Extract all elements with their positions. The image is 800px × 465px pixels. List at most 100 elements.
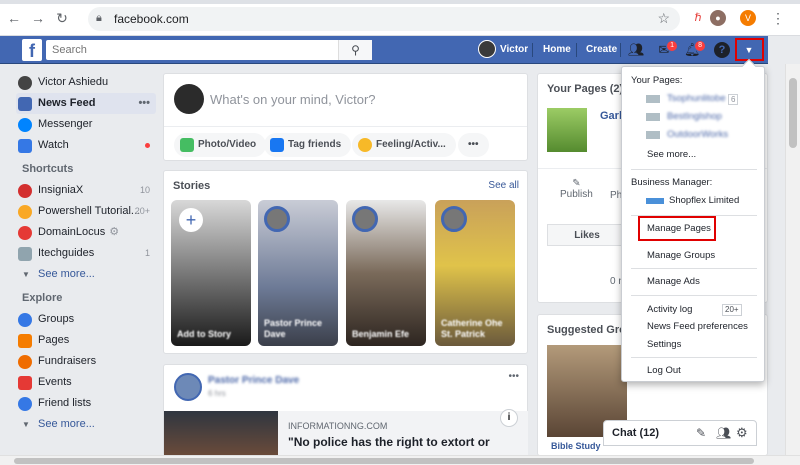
see-more-explore[interactable]: ▼ See more... — [16, 414, 156, 435]
scrollbar-thumb[interactable] — [14, 458, 754, 464]
pages-flag-icon — [18, 334, 32, 348]
profile-name: Victor — [500, 44, 529, 55]
composer-input[interactable]: What's on your mind, Victor? — [210, 92, 376, 107]
post-composer: What's on your mind, Victor? Photo/Video… — [163, 73, 528, 161]
see-all-stories-link[interactable]: See all — [488, 180, 519, 191]
page-thumbnail[interactable] — [547, 108, 587, 152]
divider — [164, 126, 527, 127]
business-manager-item[interactable]: Shopflex Limited — [622, 193, 764, 209]
group-name[interactable]: Bible Study — [551, 441, 601, 451]
bookmark-star-icon[interactable]: ☆ — [657, 10, 670, 27]
search-input[interactable] — [46, 40, 336, 60]
create-link[interactable]: Create — [586, 36, 617, 64]
tab-likes[interactable]: Likes — [547, 224, 627, 246]
url-text: facebook.com — [114, 12, 189, 26]
story-item[interactable]: Benjamin Efe — [346, 200, 426, 346]
count: 10 — [139, 185, 150, 195]
sidebar-item-domainlocus[interactable]: DomainLocus ⚙ — [16, 222, 156, 243]
profile-avatar[interactable]: V — [740, 10, 756, 26]
messenger-icon[interactable]: ✉︎ 1 — [656, 40, 678, 58]
story-item[interactable]: Catherine Ohe St. Patrick — [435, 200, 515, 346]
post-author[interactable]: Pastor Prince Dave — [208, 375, 299, 386]
sidebar-item-friend-lists[interactable]: Friend lists — [16, 393, 156, 414]
smiley-icon — [358, 138, 372, 152]
photo-video-button[interactable]: Photo/Video — [174, 133, 267, 157]
sidebar-item-groups[interactable]: Groups — [16, 309, 156, 330]
publish-button[interactable]: ✎ Publish — [560, 178, 593, 200]
manage-groups-item[interactable]: Manage Groups — [622, 248, 764, 264]
link-preview[interactable]: INFORMATIONNG.COM "No police has the rig… — [278, 409, 528, 456]
story-add[interactable]: + Add to Story — [171, 200, 251, 346]
sidebar-item-insigniax[interactable]: InsigniaX 10 — [16, 180, 156, 201]
button-label: Tag friends — [288, 139, 342, 150]
chrome-menu-icon[interactable]: ⋮ — [770, 10, 786, 26]
divider — [620, 43, 621, 57]
page-icon — [18, 226, 32, 240]
see-more-shortcuts[interactable]: ▼ See more... — [16, 264, 156, 285]
sidebar-item-messenger[interactable]: Messenger — [16, 114, 156, 135]
sidebar-item-fundraisers[interactable]: Fundraisers — [16, 351, 156, 372]
help-icon[interactable]: ? — [714, 42, 730, 58]
your-pages-header: Your Pages: — [631, 75, 683, 86]
home-link[interactable]: Home — [543, 36, 571, 64]
see-more-label: See more... — [38, 418, 95, 430]
dropdown-page-item[interactable]: OutdoorWorks — [622, 127, 764, 143]
manage-ads-item[interactable]: Manage Ads — [622, 274, 764, 290]
profile-link[interactable]: Victor — [478, 36, 528, 64]
sidebar-item-label: InsigniaX — [38, 184, 84, 196]
friend-requests-icon[interactable]: 👥︎ — [628, 42, 645, 58]
story-name: Benjamin Efe — [352, 329, 410, 339]
feeling-activity-button[interactable]: Feeling/Activ... — [352, 133, 456, 157]
info-icon[interactable]: i — [500, 409, 518, 427]
extension-icon[interactable]: ℏ — [690, 10, 706, 26]
reload-icon[interactable]: ↻ — [54, 10, 70, 26]
back-icon[interactable]: ← — [6, 10, 22, 26]
dropdown-page-item[interactable]: Tsophunlitobe 6 — [622, 91, 764, 107]
vertical-scrollbar[interactable] — [785, 64, 800, 456]
activity-log-item[interactable]: Activity log 20+ — [622, 302, 764, 318]
facebook-logo[interactable]: f — [22, 39, 42, 61]
create-group-icon[interactable]: 👥︎ — [716, 426, 731, 440]
page-name[interactable]: Garl — [600, 110, 622, 122]
sidebar-profile[interactable]: Victor Ashiedu — [16, 72, 156, 93]
divider — [576, 43, 577, 57]
new-message-icon[interactable]: ✎ — [696, 426, 706, 440]
count: 20+ — [134, 206, 150, 216]
sidebar-item-watch[interactable]: Watch — [16, 135, 156, 156]
sidebar-item-news-feed[interactable]: News Feed ••• — [16, 93, 156, 114]
sidebar-item-powershell[interactable]: Powershell Tutorial... 20+ — [16, 201, 156, 222]
gear-icon[interactable]: ⚙ — [736, 425, 748, 441]
button-label: Feeling/Activ... — [376, 139, 446, 150]
avatar — [478, 40, 496, 59]
sidebar-item-itechguides[interactable]: Itechguides 1 — [16, 243, 156, 264]
chat-bar[interactable]: Chat (12) ✎ 👥︎ ⚙ — [603, 420, 757, 446]
news-feed-icon — [18, 97, 32, 111]
sidebar-item-events[interactable]: Events — [16, 372, 156, 393]
count: 1 — [144, 248, 150, 258]
post-options-icon[interactable]: ••• — [508, 371, 519, 382]
dropdown-page-item[interactable]: BestInglshop — [622, 109, 764, 125]
sidebar-item-label: Pages — [38, 334, 70, 346]
more-icon[interactable]: ••• — [138, 93, 150, 114]
address-bar[interactable]: 🔒︎ facebook.com ☆ — [88, 7, 680, 31]
notifications-icon[interactable]: 🔔︎ 8 — [684, 40, 706, 58]
sidebar-item-pages[interactable]: Pages — [16, 330, 156, 351]
search-box[interactable]: ⚲ — [46, 40, 372, 60]
shortcuts-heading: Shortcuts — [22, 163, 74, 175]
see-more-pages-link[interactable]: See more... — [622, 147, 764, 163]
settings-item[interactable]: Settings — [622, 337, 764, 353]
horizontal-scrollbar[interactable] — [0, 455, 800, 465]
scrollbar-thumb[interactable] — [789, 78, 797, 148]
news-feed-preferences-item[interactable]: News Feed preferences — [622, 319, 764, 335]
search-icon[interactable]: ⚲ — [338, 40, 372, 60]
story-item[interactable]: Pastor Prince Dave — [258, 200, 338, 346]
extension-colorful-icon[interactable]: ● — [710, 10, 726, 26]
facebook-header: f ⚲ Victor Home Create 👥︎ ✉︎1 🔔︎8 ? ▼ — [0, 36, 768, 64]
forward-icon[interactable]: → — [30, 10, 46, 26]
tag-friends-button[interactable]: Tag friends — [264, 133, 352, 157]
log-out-item[interactable]: Log Out — [622, 363, 764, 379]
link-thumbnail[interactable] — [164, 411, 278, 456]
story-name: Add to Story — [177, 329, 231, 339]
more-options-button[interactable]: ••• — [458, 133, 489, 157]
sidebar-item-label: Victor Ashiedu — [38, 76, 109, 88]
